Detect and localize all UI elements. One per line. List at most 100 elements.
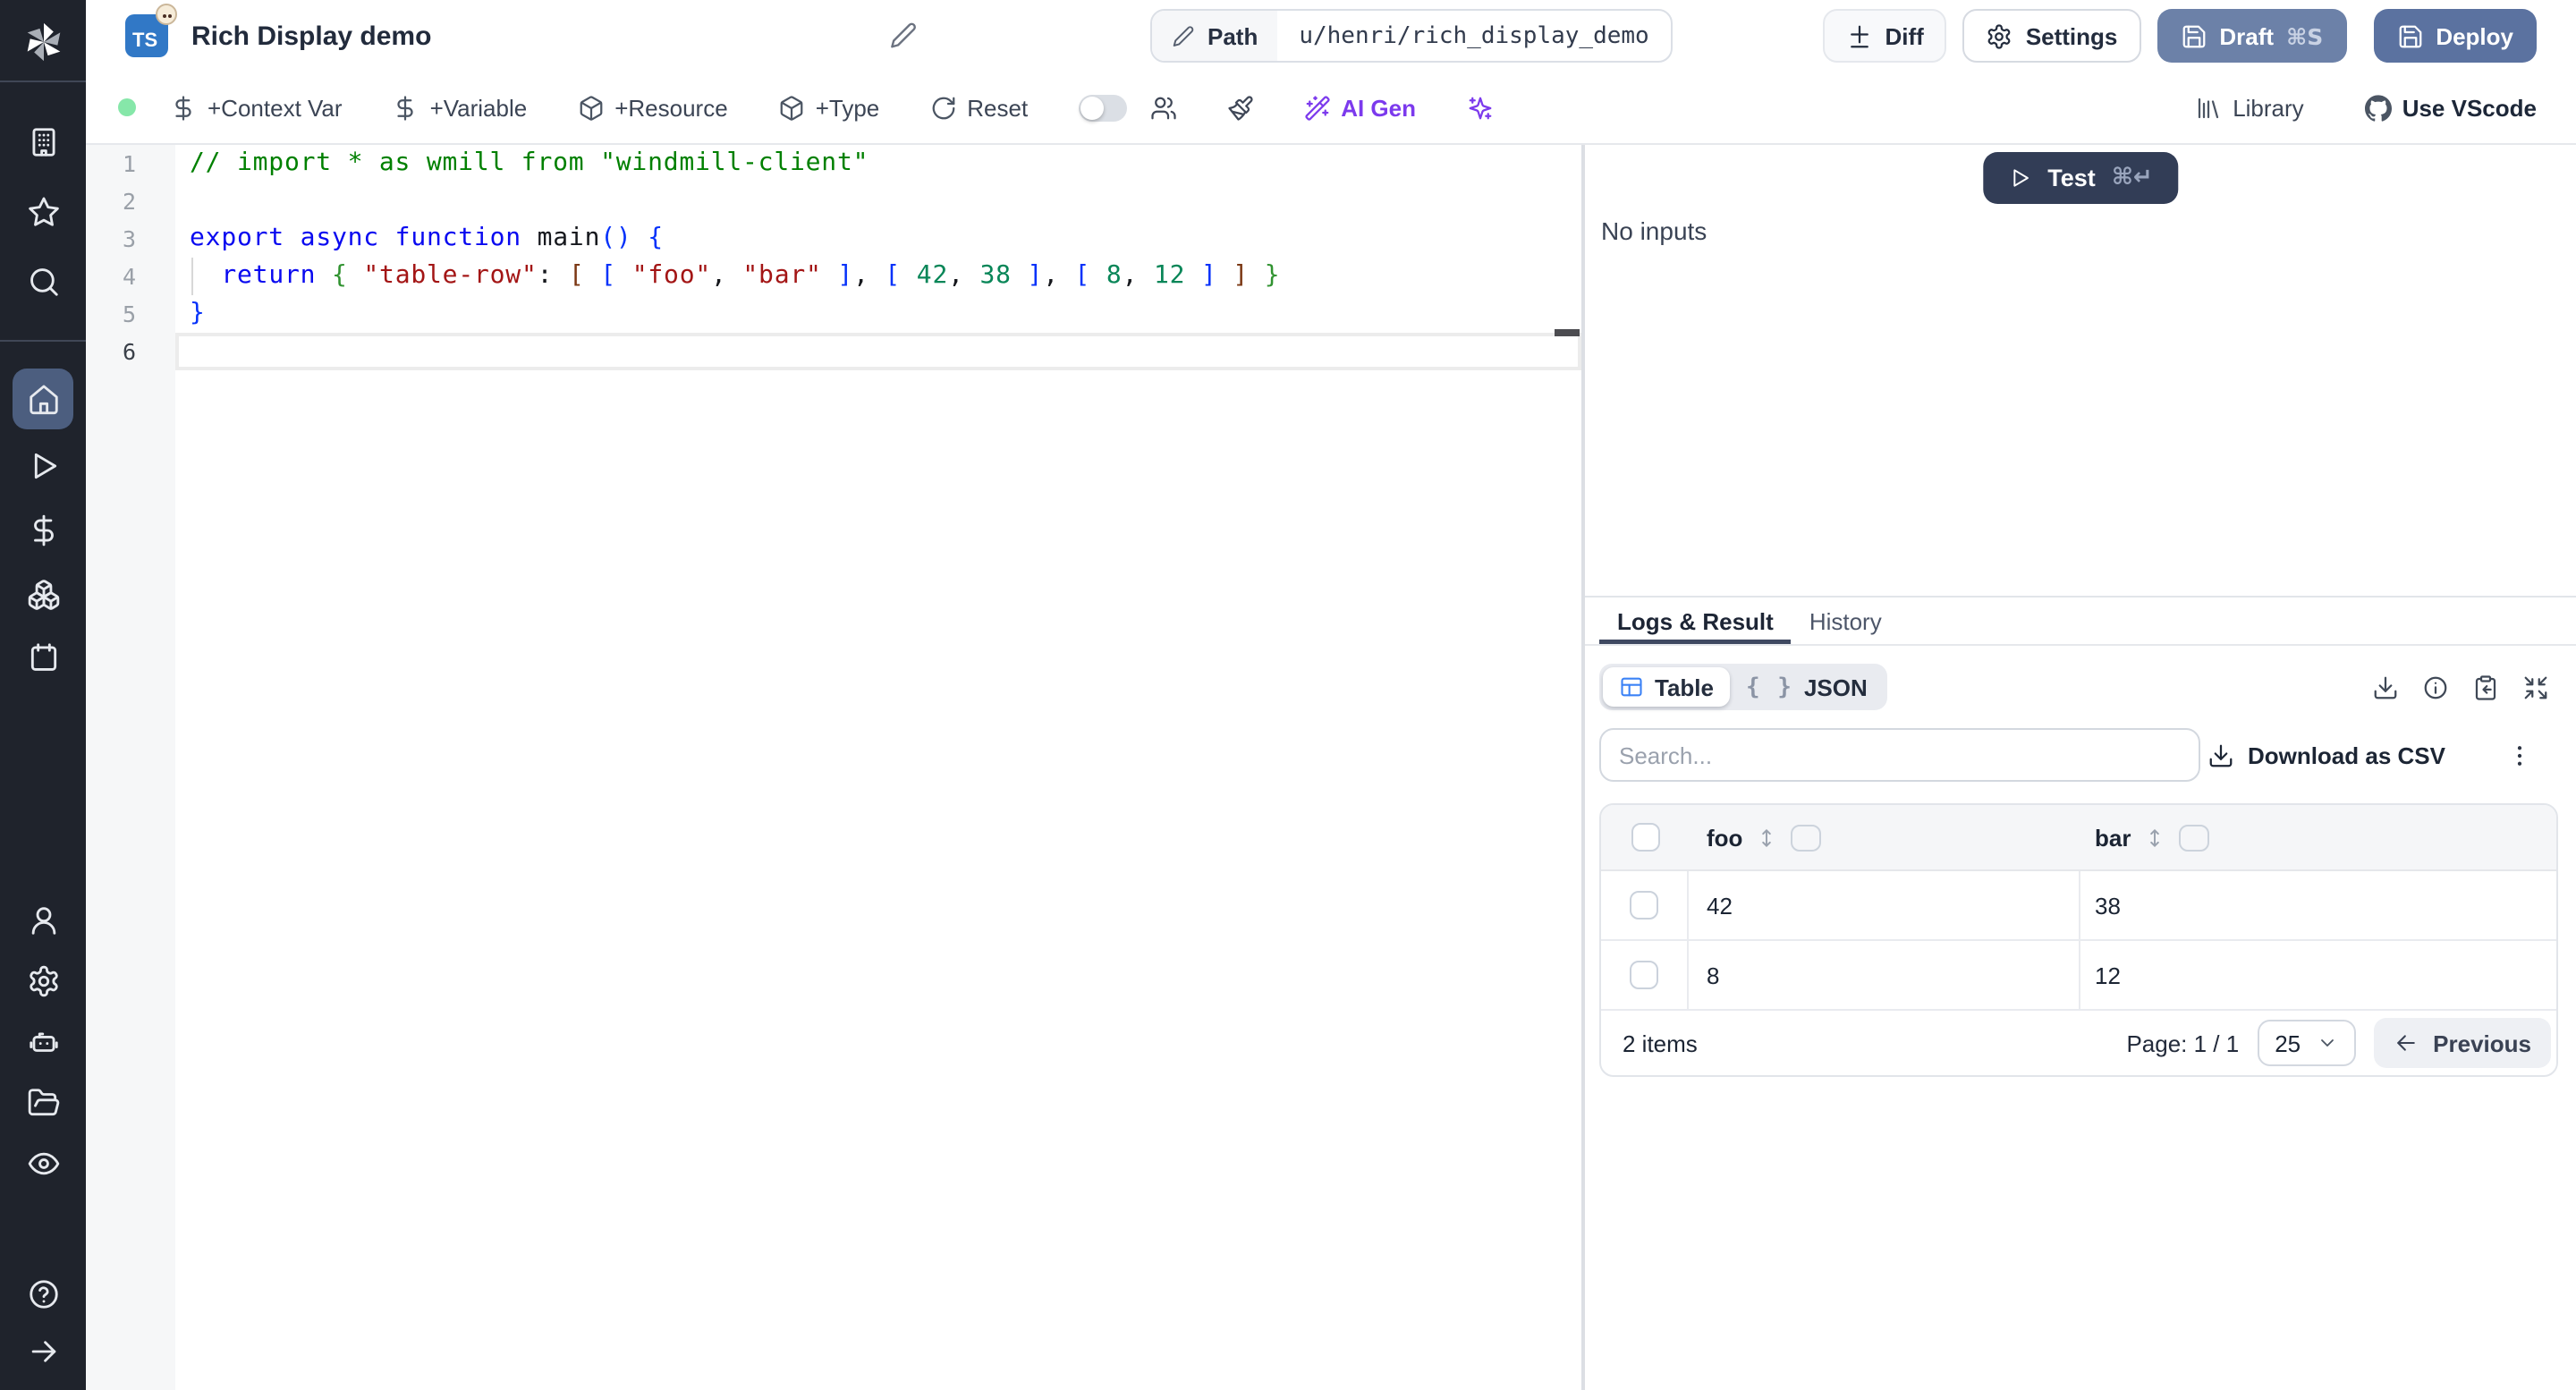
sidebar-item-favorites[interactable]: [13, 181, 73, 242]
sidebar-item-help[interactable]: [13, 1263, 73, 1324]
sparkles-icon[interactable]: [1466, 94, 1493, 121]
overview-ruler-cursor: [1555, 329, 1580, 336]
star-icon: [26, 194, 60, 228]
settings-button[interactable]: Settings: [1962, 9, 2141, 63]
cell-bar: 12: [2095, 962, 2121, 988]
chevron-down-icon: [2317, 1032, 2338, 1054]
row-checkbox[interactable]: [1630, 891, 1658, 920]
table-icon: [1619, 674, 1644, 699]
tab-history[interactable]: History: [1792, 598, 1900, 644]
select-all-checkbox[interactable]: [1631, 823, 1659, 852]
reset-button[interactable]: Reset: [929, 94, 1028, 121]
line-number: 5: [122, 301, 136, 327]
arrow-left-icon: [2394, 1030, 2419, 1055]
sidebar-item-resources[interactable]: [13, 564, 73, 624]
cell-bar: 38: [2095, 892, 2121, 919]
arrow-right-icon: [26, 1334, 60, 1368]
sort-icon[interactable]: [2143, 826, 2166, 849]
sidebar-item-home[interactable]: [13, 369, 73, 429]
gear-icon: [26, 963, 60, 997]
add-type-button[interactable]: +Type: [778, 94, 879, 121]
column-header-foo: foo: [1707, 824, 1743, 851]
multiplayer-toggle[interactable]: [1078, 94, 1127, 121]
line-number: 2: [122, 188, 136, 215]
calendar-icon: [26, 640, 60, 674]
ai-gen-button[interactable]: AI Gen: [1303, 94, 1416, 121]
result-tabs: Logs & Result History: [1585, 598, 2576, 646]
paintbrush-icon[interactable]: [1226, 94, 1253, 121]
library-button[interactable]: Library: [2195, 94, 2304, 121]
diff-icon: [1845, 22, 1872, 49]
view-option-table[interactable]: Table: [1603, 667, 1730, 707]
sidebar-item-settings[interactable]: [13, 950, 73, 1011]
add-variable-button[interactable]: +Variable: [393, 94, 527, 121]
package-icon: [778, 94, 805, 121]
table-row[interactable]: 42 38: [1601, 871, 2556, 941]
code-line[interactable]: 5}: [86, 295, 1581, 333]
kebab-menu-button[interactable]: [2506, 742, 2533, 768]
windmill-logo[interactable]: [13, 11, 73, 72]
view-switcher: Table { } JSON: [1599, 664, 1887, 710]
download-icon[interactable]: [2372, 674, 2399, 700]
table-row[interactable]: 8 12: [1601, 941, 2556, 1011]
sidebar-item-schedules[interactable]: [13, 626, 73, 687]
code-line[interactable]: 3 export async function main() {: [86, 220, 1581, 258]
column-header-bar: bar: [2095, 824, 2131, 851]
save-draft-button[interactable]: Draft ⌘S: [2157, 9, 2347, 63]
page-size-select[interactable]: 25: [2257, 1020, 2357, 1066]
sidebar-item-search[interactable]: [13, 250, 73, 311]
sidebar-item-runs[interactable]: [13, 435, 73, 496]
sort-icon[interactable]: [1755, 826, 1778, 849]
column-toggle[interactable]: [1791, 824, 1822, 851]
result-actions: [2372, 674, 2549, 700]
download-csv-button[interactable]: Download as CSV: [2208, 742, 2445, 768]
view-option-json[interactable]: { } JSON: [1730, 667, 1884, 707]
sidebar-item-users[interactable]: [13, 889, 73, 950]
edit-summary-button[interactable]: [889, 21, 918, 55]
sidebar-item-audit-logs[interactable]: [13, 1132, 73, 1193]
code-text: // import * as wmill from "windmill-clie…: [190, 148, 869, 177]
clipboard-copy-icon[interactable]: [2472, 674, 2499, 700]
sidebar-item-folders[interactable]: [13, 1072, 73, 1132]
no-inputs-text: No inputs: [1601, 216, 1707, 245]
line-number: 3: [122, 225, 136, 252]
table-header-row: foo bar: [1601, 805, 2556, 871]
add-resource-button[interactable]: +Resource: [577, 94, 728, 121]
preview-panel: Test ⌘↵ No inputs Logs & Result History: [1585, 145, 2576, 1390]
gear-icon: [1987, 22, 2013, 49]
folder-open-icon: [26, 1085, 60, 1119]
row-checkbox[interactable]: [1630, 961, 1658, 989]
info-icon[interactable]: [2422, 674, 2449, 700]
save-icon: [2396, 22, 2423, 49]
expand-icon[interactable]: [2522, 674, 2549, 700]
sidebar-divider: [0, 340, 86, 342]
windmill-script-editor: TS Rich Display demo Path u/henri/rich_d…: [0, 0, 2576, 1390]
previous-page-button[interactable]: Previous: [2374, 1018, 2551, 1068]
search-icon: [26, 264, 60, 298]
table-search-input[interactable]: [1599, 728, 2200, 782]
tab-logs-result[interactable]: Logs & Result: [1599, 598, 1792, 644]
users-icon[interactable]: [1149, 94, 1176, 121]
code-line[interactable]: 4 return { "table-row": [ [ "foo", "bar"…: [86, 258, 1581, 295]
sidebar-item-workspace[interactable]: [13, 111, 73, 172]
sidebar-item-variables[interactable]: [13, 499, 73, 560]
code-line[interactable]: 1 // import * as wmill from "windmill-cli…: [86, 145, 1581, 182]
path-value: u/henri/rich_display_demo: [1299, 22, 1649, 49]
add-context-var-button[interactable]: +Context Var: [170, 94, 343, 121]
editor-toolbar: +Context Var +Variable +Resource +Type R…: [86, 72, 2576, 145]
path-field[interactable]: Path u/henri/rich_display_demo: [1150, 9, 1673, 63]
use-vscode-button[interactable]: Use VScode: [2364, 94, 2537, 121]
bun-runtime-icon: [156, 4, 177, 25]
deploy-button[interactable]: Deploy: [2373, 9, 2537, 63]
cell-foo: 42: [1689, 871, 2080, 939]
sidebar-expand-button[interactable]: [13, 1320, 73, 1381]
diff-button[interactable]: Diff: [1822, 9, 1947, 63]
column-toggle[interactable]: [2179, 824, 2210, 851]
test-button[interactable]: Test ⌘↵: [1983, 152, 2178, 204]
code-editor[interactable]: 1 // import * as wmill from "windmill-cli…: [86, 145, 1581, 1390]
language-status-dot: [118, 98, 136, 116]
sidebar-item-workers[interactable]: [13, 1011, 73, 1072]
line-number: 6: [122, 338, 136, 365]
indent-guide: [191, 258, 193, 295]
code-line[interactable]: 2: [86, 182, 1581, 220]
